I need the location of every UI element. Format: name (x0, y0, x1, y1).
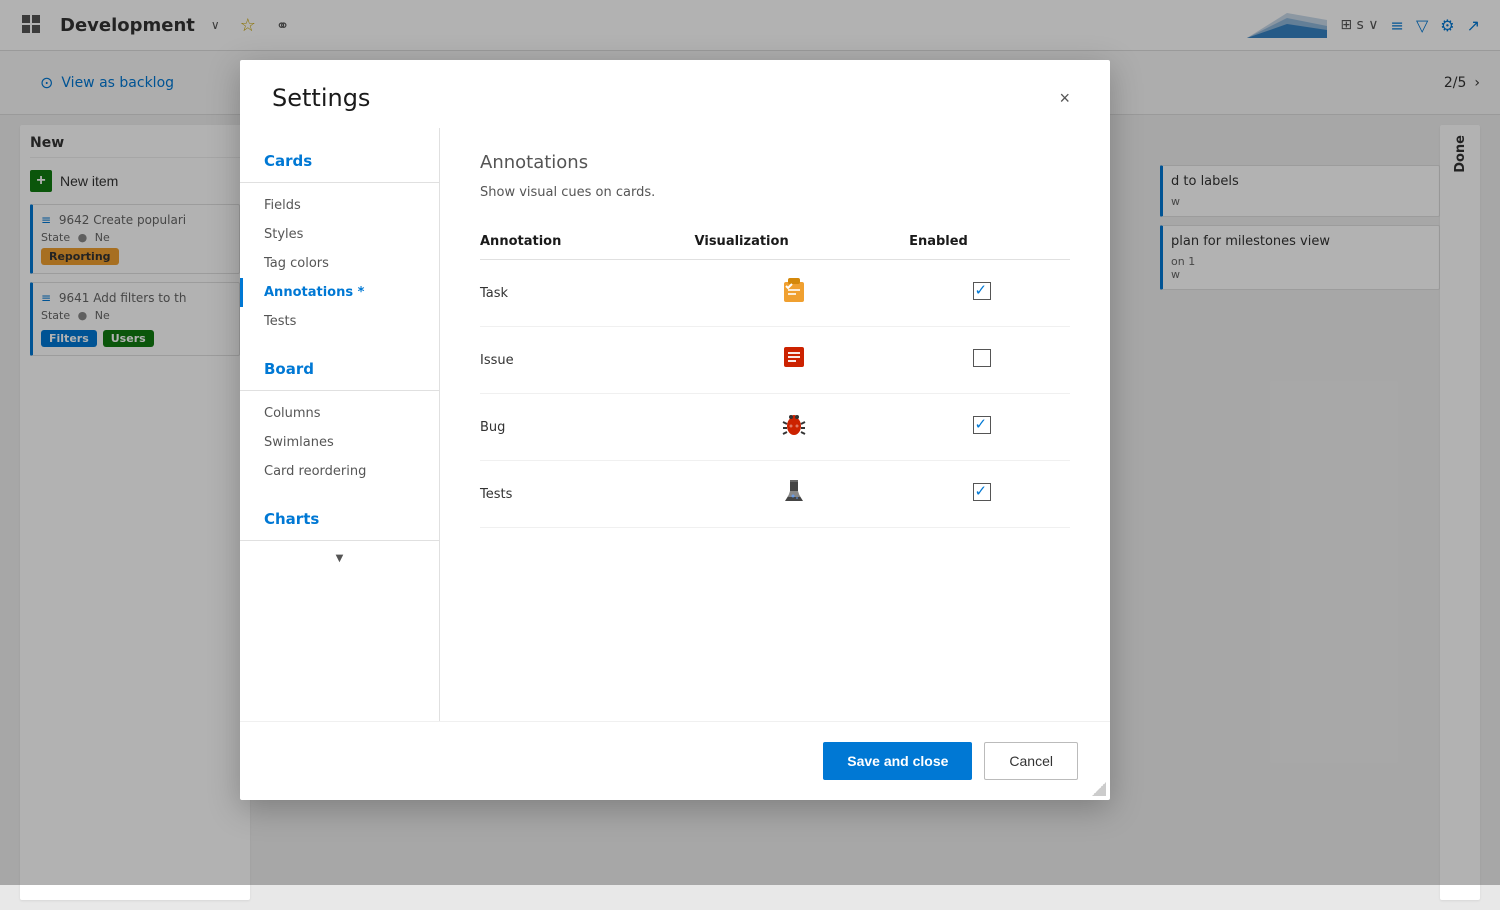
cancel-button[interactable]: Cancel (984, 742, 1078, 780)
visualization-cell (695, 461, 910, 528)
content-description: Show visual cues on cards. (480, 185, 1070, 200)
annotations-table: Annotation Visualization Enabled Task (480, 224, 1070, 528)
nav-divider-2 (240, 390, 439, 391)
annotation-name: Issue (480, 327, 695, 394)
settings-content: Annotations Show visual cues on cards. A… (440, 128, 1110, 721)
nav-item-tag-colors[interactable]: Tag colors (240, 249, 439, 278)
visualization-cell (695, 327, 910, 394)
annotation-name: Task (480, 260, 695, 327)
settings-nav: Cards Fields Styles Tag colors Annotatio… (240, 128, 440, 721)
nav-divider (240, 182, 439, 183)
bug-vis-icon (780, 410, 808, 444)
visualization-cell (695, 260, 910, 327)
col-visualization: Visualization (695, 224, 910, 260)
modal-close-button[interactable]: × (1051, 85, 1078, 111)
enabled-cell[interactable] (909, 260, 1070, 327)
nav-item-tests[interactable]: Tests (240, 307, 439, 336)
annotation-name: Bug (480, 394, 695, 461)
issue-vis-icon (780, 343, 808, 377)
table-row: Bug (480, 394, 1070, 461)
modal-title: Settings (272, 84, 370, 112)
nav-item-annotations[interactable]: Annotations * (240, 278, 439, 307)
save-and-close-button[interactable]: Save and close (823, 742, 972, 780)
nav-section-charts[interactable]: Charts (240, 502, 439, 532)
modal-header: Settings × (240, 60, 1110, 128)
modal-body: Cards Fields Styles Tag colors Annotatio… (240, 128, 1110, 721)
nav-divider-3 (240, 540, 439, 541)
tests-enabled-checkbox[interactable] (973, 483, 991, 501)
tests-vis-icon (780, 477, 808, 511)
table-row: Task (480, 260, 1070, 327)
issue-enabled-checkbox[interactable] (973, 349, 991, 367)
enabled-cell[interactable] (909, 327, 1070, 394)
nav-section-board[interactable]: Board (240, 352, 439, 382)
settings-modal: Settings × Cards Fields Styles Tag color… (240, 60, 1110, 800)
nav-item-styles[interactable]: Styles (240, 220, 439, 249)
nav-item-columns[interactable]: Columns (240, 399, 439, 428)
nav-section-cards[interactable]: Cards (240, 144, 439, 174)
table-header: Annotation Visualization Enabled (480, 224, 1070, 260)
modal-footer: Save and close Cancel (240, 721, 1110, 800)
task-vis-icon (780, 276, 808, 310)
nav-item-fields[interactable]: Fields (240, 191, 439, 220)
table-row: Issue (480, 327, 1070, 394)
nav-item-swimlanes[interactable]: Swimlanes (240, 428, 439, 457)
nav-item-card-reordering[interactable]: Card reordering (240, 457, 439, 486)
content-section-title: Annotations (480, 152, 1070, 173)
visualization-cell (695, 394, 910, 461)
col-annotation: Annotation (480, 224, 695, 260)
task-enabled-checkbox[interactable] (973, 282, 991, 300)
table-row: Tests (480, 461, 1070, 528)
annotation-name: Tests (480, 461, 695, 528)
col-enabled: Enabled (909, 224, 1070, 260)
enabled-cell[interactable] (909, 394, 1070, 461)
bug-enabled-checkbox[interactable] (973, 416, 991, 434)
table-body: Task (480, 260, 1070, 528)
enabled-cell[interactable] (909, 461, 1070, 528)
scroll-indicator: ▼ (240, 549, 439, 568)
resize-handle[interactable] (1092, 782, 1106, 796)
